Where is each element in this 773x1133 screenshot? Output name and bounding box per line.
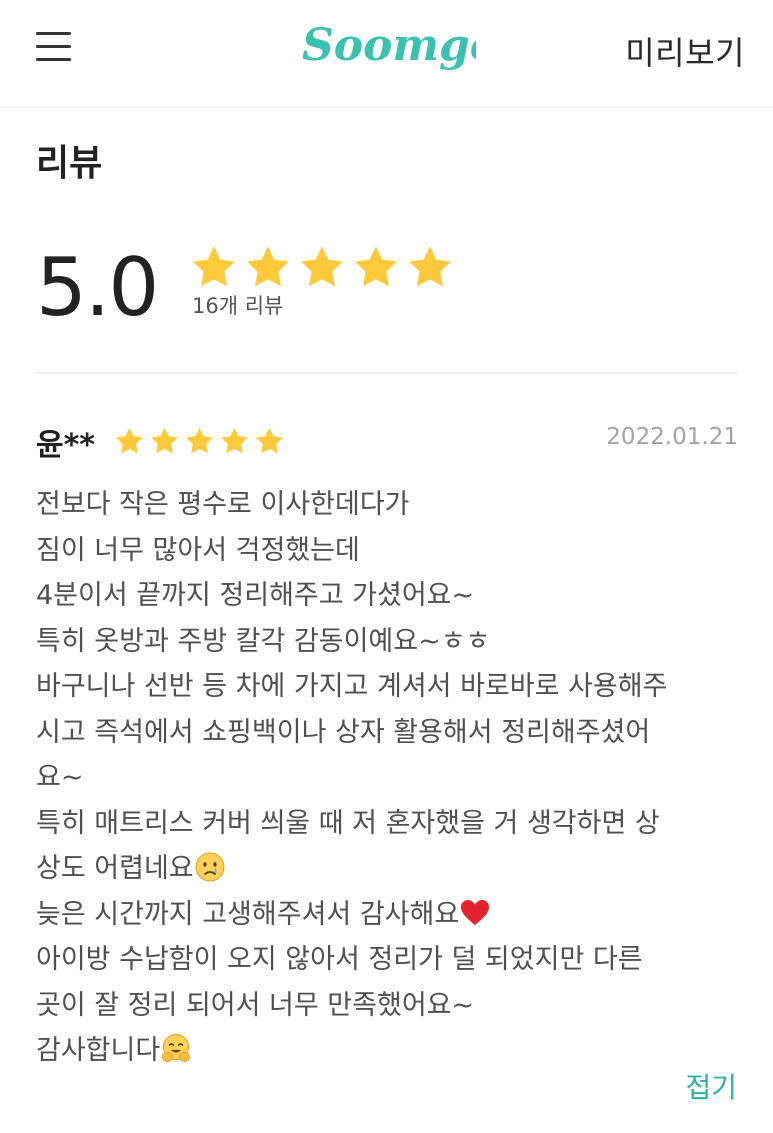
divider xyxy=(36,372,738,374)
collapse-button[interactable]: 접기 xyxy=(685,1066,737,1106)
star-icon xyxy=(409,246,451,287)
app-header: Soomgo 미리보기 xyxy=(0,0,773,108)
preview-button[interactable]: 미리보기 xyxy=(625,28,745,74)
star-icon xyxy=(256,427,283,454)
review-line-text: 감사합니다 xyxy=(36,1035,161,1066)
review-count: 16개 리뷰 xyxy=(192,294,284,318)
reviews-section-title: 리뷰 xyxy=(36,143,103,184)
hugging-face-emoji-icon xyxy=(162,1034,191,1062)
rating-stars xyxy=(190,244,454,290)
star-icon xyxy=(193,246,235,287)
review-line: 늦은 시간까지 고생해주셔서 감사해요 xyxy=(36,892,748,938)
star-icon xyxy=(221,427,248,454)
hamburger-menu-icon[interactable] xyxy=(34,30,74,64)
star-icon xyxy=(355,246,397,287)
review-line: 요~ xyxy=(36,762,84,793)
crying-face-emoji-icon xyxy=(195,852,225,882)
review-line: 바구니나 선반 등 차에 가지고 계셔서 바로바로 사용해주 xyxy=(36,671,668,702)
review-stars xyxy=(114,426,285,456)
reviewer-name: 윤** xyxy=(36,428,95,463)
star-icon xyxy=(151,427,178,454)
review-line: 특히 옷방과 주방 칼각 감동이예요~ㅎㅎ xyxy=(36,625,491,657)
review-line: 아이방 수납함이 오지 않아서 정리가 덜 되었지만 다른 xyxy=(36,944,643,975)
review-line: 감사합니다 xyxy=(36,1028,748,1074)
logo-text: Soomgo xyxy=(302,20,476,71)
star-icon xyxy=(186,427,213,454)
review-date: 2022.01.21 xyxy=(606,424,738,450)
rating-score: 5.0 xyxy=(36,241,159,334)
soomgo-logo[interactable]: Soomgo xyxy=(300,14,476,80)
rating-summary: 5.0 16개 리뷰 xyxy=(36,240,738,340)
review-line: 짐이 너무 많아서 걱정했는데 xyxy=(36,534,360,566)
star-icon xyxy=(301,246,343,287)
review-line: 상도 어렵네요 xyxy=(36,846,748,892)
review-line-text: 늦은 시간까지 고생해주셔서 감사해요 xyxy=(36,898,460,930)
review-line: 전보다 작은 평수로 이사한데다가 xyxy=(36,489,410,520)
review-line: 시고 즉석에서 쇼핑백이나 상자 활용해서 정리해주셨어 xyxy=(36,716,651,748)
review-text: 전보다 작은 평수로 이사한데다가 짐이 너무 많아서 걱정했는데 4분이서 끝… xyxy=(36,482,748,1074)
review-header: 윤** 2022.01.21 xyxy=(36,418,738,463)
review-line: 4분이서 끝까지 정리해주고 가셨어요~ xyxy=(36,580,475,611)
red-heart-emoji-icon xyxy=(461,899,490,925)
review-line: 특히 매트리스 커버 씌울 때 저 혼자했을 거 생각하면 상 xyxy=(36,807,660,839)
star-icon xyxy=(247,246,289,287)
star-icon xyxy=(116,427,143,454)
review-line: 곳이 잘 정리 되어서 너무 만족했어요~ xyxy=(36,989,475,1021)
review-line-text: 상도 어렵네요 xyxy=(36,853,194,884)
